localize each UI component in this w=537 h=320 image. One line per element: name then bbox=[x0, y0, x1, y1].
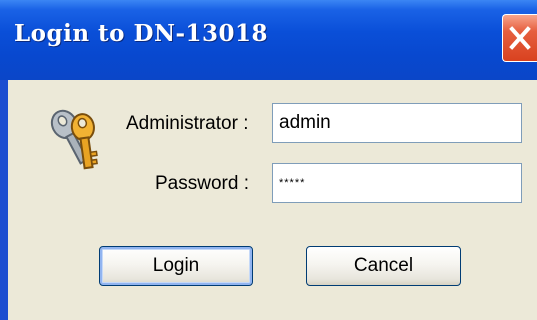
title-bar[interactable]: Login to DN-13018 bbox=[0, 0, 537, 80]
login-button[interactable]: Login bbox=[99, 246, 253, 286]
cancel-button[interactable]: Cancel bbox=[306, 246, 461, 286]
password-input[interactable] bbox=[272, 163, 522, 203]
window-title: Login to DN-13018 bbox=[14, 20, 269, 47]
keys-icon bbox=[50, 109, 98, 170]
password-label: Password : bbox=[155, 173, 249, 194]
login-dialog: Login to DN-13018 Administrator: admin … bbox=[0, 0, 537, 320]
close-x-icon bbox=[509, 26, 531, 50]
dialog-body: Administrator : Password : Login Cancel bbox=[8, 80, 537, 320]
administrator-label: Administrator : bbox=[126, 113, 249, 134]
close-button[interactable] bbox=[502, 14, 537, 62]
administrator-input[interactable] bbox=[272, 103, 522, 143]
